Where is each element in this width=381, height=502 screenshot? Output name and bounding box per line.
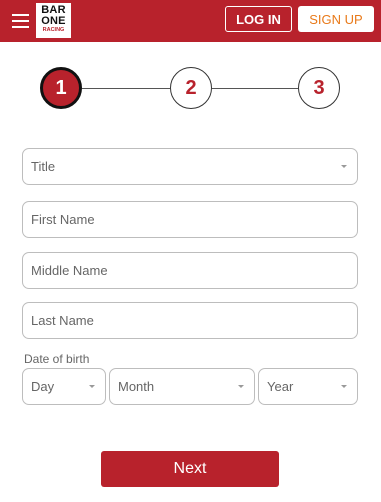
month-select-value: Month (118, 379, 155, 394)
next-button[interactable]: Next (101, 451, 279, 487)
middle-name-field[interactable]: Middle Name (22, 252, 358, 289)
step-connector-2-3 (212, 88, 298, 89)
day-select[interactable]: Day (22, 368, 106, 405)
month-select[interactable]: Month (109, 368, 255, 405)
bar-one-racing-logo[interactable]: BAR ONE RACING (36, 3, 71, 38)
step-connector-1-2 (82, 88, 170, 89)
step-1-circle: 1 (40, 67, 82, 109)
login-button[interactable]: LOG IN (225, 6, 292, 32)
step-2-circle: 2 (170, 67, 212, 109)
title-select-value: Title (31, 159, 56, 174)
title-select[interactable]: Title (22, 148, 358, 185)
chevron-down-icon (238, 385, 244, 388)
step-3-circle: 3 (298, 67, 340, 109)
last-name-placeholder: Last Name (31, 313, 94, 328)
middle-name-placeholder: Middle Name (31, 263, 108, 278)
first-name-placeholder: First Name (31, 212, 95, 227)
date-of-birth-label: Date of birth (24, 352, 90, 366)
year-select[interactable]: Year (258, 368, 358, 405)
chevron-down-icon (341, 385, 347, 388)
signup-button[interactable]: SIGN UP (298, 6, 374, 32)
top-bar: BAR ONE RACING LOG IN SIGN UP (0, 0, 381, 42)
chevron-down-icon (341, 165, 347, 168)
last-name-field[interactable]: Last Name (22, 302, 358, 339)
first-name-field[interactable]: First Name (22, 201, 358, 238)
menu-icon[interactable] (12, 14, 29, 28)
logo-text-one: ONE (41, 15, 66, 27)
day-select-value: Day (31, 379, 55, 394)
logo-text-racing: RACING (42, 27, 65, 33)
chevron-down-icon (89, 385, 95, 388)
year-select-value: Year (267, 379, 294, 394)
